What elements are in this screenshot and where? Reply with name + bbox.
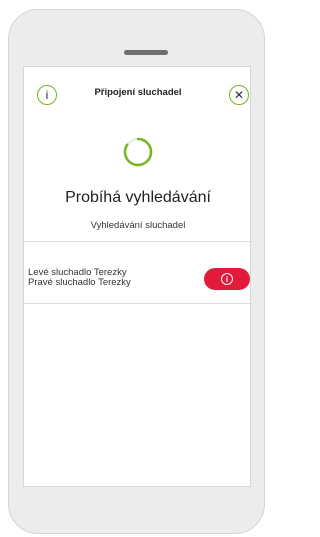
page-title: Připojení sluchadel xyxy=(94,87,182,98)
warning-info-icon: i xyxy=(221,273,233,285)
phone-speaker xyxy=(124,50,168,55)
right-hearing-aid-label: Pravé sluchadlo Terezky xyxy=(28,277,131,288)
device-info-button[interactable]: i xyxy=(204,268,250,290)
loading-spinner-icon xyxy=(123,137,153,167)
divider xyxy=(24,241,252,242)
close-icon: ✕ xyxy=(233,88,245,102)
status-subtitle: Vyhledávání sluchadel xyxy=(90,220,186,231)
close-button[interactable]: ✕ xyxy=(229,85,249,105)
connection-screen: i Připojení sluchadel ✕ Probíhá vyhledáv… xyxy=(23,66,252,487)
status-title: Probíhá vyhledávání xyxy=(65,189,211,206)
divider xyxy=(24,303,252,304)
